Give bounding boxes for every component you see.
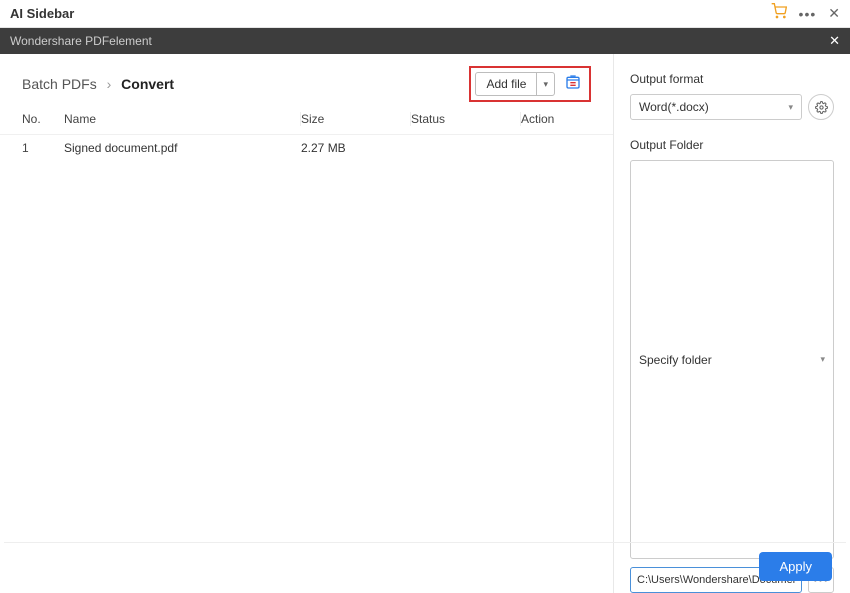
output-format-value: Word(*.docx) bbox=[639, 100, 709, 114]
specify-folder-select[interactable]: Specify folder ▾ bbox=[630, 160, 834, 559]
top-bar: AI Sidebar ••• ✕ bbox=[0, 0, 850, 28]
top-bar-actions: ••• ✕ bbox=[771, 3, 840, 24]
right-panel: Output format Word(*.docx) ▾ Output Fold… bbox=[614, 54, 850, 593]
header-row: Batch PDFs › Convert Add file ▾ bbox=[0, 68, 613, 100]
top-bar-title: AI Sidebar bbox=[10, 6, 771, 21]
clear-list-icon[interactable] bbox=[565, 74, 581, 95]
add-file-highlight: Add file ▾ bbox=[469, 66, 591, 102]
specify-folder-value: Specify folder bbox=[639, 353, 712, 367]
col-header-size: Size bbox=[301, 112, 411, 126]
window-title: Wondershare PDFelement bbox=[10, 34, 829, 48]
output-format-label: Output format bbox=[630, 72, 834, 86]
cart-icon[interactable] bbox=[771, 3, 787, 24]
left-panel: Batch PDFs › Convert Add file ▾ No. Name… bbox=[0, 54, 614, 593]
footer: Apply bbox=[759, 552, 832, 581]
table-row[interactable]: 1 Signed document.pdf 2.27 MB bbox=[0, 135, 613, 161]
table-header: No. Name Size Status Action bbox=[0, 104, 613, 135]
cell-name: Signed document.pdf bbox=[64, 141, 301, 155]
chevron-down-icon[interactable]: ▾ bbox=[536, 73, 554, 95]
col-header-status: Status bbox=[411, 112, 521, 126]
main-area: Batch PDFs › Convert Add file ▾ No. Name… bbox=[0, 54, 850, 593]
chevron-down-icon: ▾ bbox=[820, 354, 825, 365]
cell-no: 1 bbox=[22, 141, 64, 155]
add-file-label: Add file bbox=[476, 77, 536, 91]
apply-button[interactable]: Apply bbox=[759, 552, 832, 581]
cell-action bbox=[521, 141, 591, 155]
col-header-name: Name bbox=[64, 112, 301, 126]
output-format-select[interactable]: Word(*.docx) ▾ bbox=[630, 94, 802, 120]
col-header-no: No. bbox=[22, 112, 64, 126]
cell-status bbox=[411, 141, 521, 155]
window-close-icon[interactable]: ✕ bbox=[829, 33, 840, 49]
chevron-down-icon: ▾ bbox=[788, 102, 793, 113]
add-file-button[interactable]: Add file ▾ bbox=[475, 72, 555, 96]
breadcrumb: Batch PDFs › Convert bbox=[22, 76, 469, 92]
window-titlebar: Wondershare PDFelement ✕ bbox=[0, 28, 850, 54]
divider bbox=[4, 542, 846, 543]
breadcrumb-current: Convert bbox=[121, 76, 174, 92]
top-close-icon[interactable]: ✕ bbox=[828, 5, 840, 22]
chevron-right-icon: › bbox=[107, 76, 112, 92]
col-header-action: Action bbox=[521, 112, 591, 126]
cell-size: 2.27 MB bbox=[301, 141, 411, 155]
more-icon[interactable]: ••• bbox=[799, 6, 817, 22]
settings-button[interactable] bbox=[808, 94, 834, 120]
output-folder-label: Output Folder bbox=[630, 138, 834, 152]
breadcrumb-parent[interactable]: Batch PDFs bbox=[22, 76, 97, 92]
